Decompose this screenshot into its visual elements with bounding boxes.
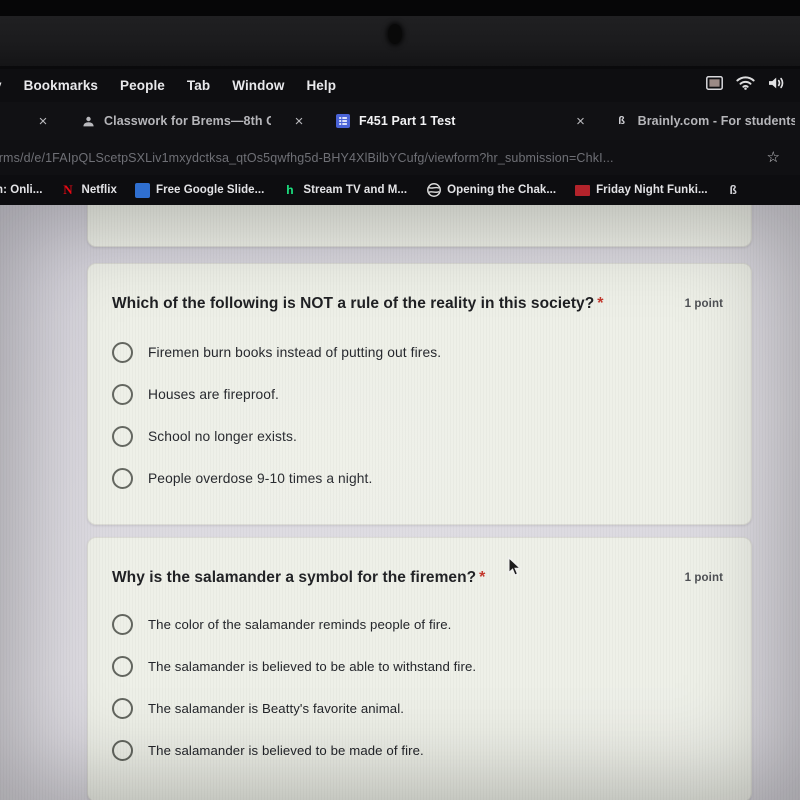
radio-button-icon[interactable] bbox=[112, 383, 133, 405]
question-2-title-wrap: Why is the salamander a symbol for the f… bbox=[112, 568, 485, 587]
option-row[interactable]: The color of the salamander reminds peop… bbox=[112, 603, 751, 645]
laptop-bezel bbox=[0, 16, 800, 68]
google-forms-viewport: Which of the following is NOT a rule of … bbox=[0, 205, 800, 800]
option-row[interactable]: Firemen burn books instead of putting ou… bbox=[112, 331, 751, 373]
bookmark-item-online[interactable]: n: Onli... bbox=[0, 184, 43, 196]
browser-tab-title-brainly: Brainly.com - For students. B bbox=[637, 114, 795, 128]
question-2-title: Why is the salamander a symbol for the f… bbox=[112, 569, 477, 586]
option-label: Houses are fireproof. bbox=[148, 386, 279, 402]
tab-close-icon-0[interactable]: × bbox=[33, 114, 53, 129]
tab-close-icon-2[interactable]: × bbox=[571, 114, 591, 129]
menu-item-people[interactable]: People bbox=[120, 78, 165, 93]
option-label: School no longer exists. bbox=[148, 428, 297, 444]
menu-bar-status-icons bbox=[706, 76, 786, 90]
bookmark-item-google-slides[interactable]: Free Google Slide... bbox=[135, 182, 265, 198]
option-label: The salamander is believed to be made of… bbox=[148, 742, 424, 758]
hulu-icon: h bbox=[286, 183, 294, 197]
question-1-points: 1 point bbox=[684, 298, 723, 310]
bookmark-label-chakra: Opening the Chak... bbox=[447, 184, 557, 196]
slides-icon bbox=[135, 182, 150, 198]
bookmark-label-hulu: Stream TV and M... bbox=[303, 184, 408, 196]
question-1-header: Which of the following is NOT a rule of … bbox=[88, 264, 751, 313]
question-2-header: Why is the salamander a symbol for the f… bbox=[88, 538, 751, 587]
radio-button-icon[interactable] bbox=[112, 739, 133, 761]
menu-bar-items: y Bookmarks People Tab Window Help bbox=[0, 78, 336, 93]
menu-item-clipped[interactable]: y bbox=[0, 78, 2, 93]
question-1-required-marker: * bbox=[597, 295, 604, 312]
question-1-title-wrap: Which of the following is NOT a rule of … bbox=[112, 294, 603, 313]
question-card-partial-above bbox=[87, 205, 752, 247]
address-bar-url[interactable]: forms/d/e/1FAIpQLScetpSXLiv1mxydctksa_qt… bbox=[0, 151, 767, 165]
bookmark-item-brainly[interactable]: ß bbox=[726, 183, 747, 198]
bookmark-label-fnf: Friday Night Funki... bbox=[596, 184, 708, 196]
radio-button-icon[interactable] bbox=[112, 341, 133, 363]
bookmark-item-netflix[interactable]: N Netflix bbox=[61, 182, 118, 198]
option-label: People overdose 9-10 times a night. bbox=[148, 470, 373, 486]
radio-button-icon[interactable] bbox=[112, 467, 133, 489]
bookmark-star-icon[interactable]: ☆ bbox=[767, 150, 780, 165]
bookmark-label-google-slides: Free Google Slide... bbox=[156, 184, 265, 196]
netflix-icon: N bbox=[63, 182, 73, 197]
radio-button-icon[interactable] bbox=[112, 613, 133, 635]
browser-tab-brainly[interactable]: ß Brainly.com - For students. B bbox=[615, 106, 795, 136]
radio-button-icon[interactable] bbox=[112, 425, 133, 447]
browser-tab-title-classwork: Classwork for Brems—8th G bbox=[104, 114, 271, 128]
browser-tab-f451[interactable]: F451 Part 1 Test bbox=[336, 106, 456, 136]
question-card-2: Why is the salamander a symbol for the f… bbox=[87, 537, 752, 800]
menu-item-help[interactable]: Help bbox=[306, 78, 336, 93]
browser-tab-classwork[interactable]: Classwork for Brems—8th G bbox=[81, 106, 271, 136]
option-label: The color of the salamander reminds peop… bbox=[148, 616, 452, 632]
google-forms-icon bbox=[336, 114, 350, 128]
bookmark-item-hulu[interactable]: h Stream TV and M... bbox=[282, 183, 407, 198]
fnf-icon bbox=[575, 184, 591, 196]
menu-item-window[interactable]: Window bbox=[232, 78, 284, 93]
question-2-required-marker: * bbox=[479, 569, 486, 586]
option-row[interactable]: The salamander is believed to be able to… bbox=[112, 645, 751, 687]
volume-icon[interactable] bbox=[768, 76, 786, 90]
option-row[interactable]: People overdose 9-10 times a night. bbox=[112, 457, 751, 499]
bookmark-label-netflix: Netflix bbox=[81, 184, 117, 196]
laptop-bezel-top bbox=[0, 0, 800, 16]
screen-mirroring-icon[interactable] bbox=[706, 76, 723, 90]
macos-menu-bar: y Bookmarks People Tab Window Help bbox=[0, 69, 800, 102]
option-row[interactable]: Houses are fireproof. bbox=[112, 373, 751, 415]
classroom-icon bbox=[81, 114, 95, 128]
browser-tab-strip: × Classwork for Brems—8th G × F451 Part … bbox=[0, 102, 800, 140]
brainly-icon-bookmark: ß bbox=[729, 183, 737, 197]
bookmarks-bar: n: Onli... N Netflix Free Google Slide..… bbox=[0, 175, 800, 205]
webcam-icon bbox=[388, 24, 402, 44]
bookmark-item-chakra[interactable]: Opening the Chak... bbox=[426, 183, 556, 198]
radio-button-icon[interactable] bbox=[112, 697, 133, 719]
wifi-icon[interactable] bbox=[736, 76, 755, 90]
question-card-1: Which of the following is NOT a rule of … bbox=[87, 263, 752, 525]
question-2-points: 1 point bbox=[684, 572, 723, 584]
question-1-options: Firemen burn books instead of putting ou… bbox=[88, 313, 751, 499]
menu-item-bookmarks[interactable]: Bookmarks bbox=[24, 78, 98, 93]
tab-close-icon-1[interactable]: × bbox=[289, 114, 309, 129]
option-label: The salamander is Beatty's favorite anim… bbox=[148, 700, 405, 716]
globe-icon bbox=[426, 183, 441, 198]
laptop-screen-photo: y Bookmarks People Tab Window Help bbox=[0, 0, 800, 800]
brainly-icon: ß bbox=[618, 115, 625, 127]
option-row[interactable]: School no longer exists. bbox=[112, 415, 751, 457]
bookmark-item-fnf[interactable]: Friday Night Funki... bbox=[575, 184, 708, 196]
option-label: Firemen burn books instead of putting ou… bbox=[148, 344, 442, 360]
browser-address-bar[interactable]: forms/d/e/1FAIpQLScetpSXLiv1mxydctksa_qt… bbox=[0, 140, 800, 175]
question-2-options: The color of the salamander reminds peop… bbox=[88, 587, 751, 771]
bookmark-label-online: n: Onli... bbox=[0, 184, 43, 196]
option-label: The salamander is believed to be able to… bbox=[148, 658, 477, 674]
option-row[interactable]: The salamander is Beatty's favorite anim… bbox=[112, 687, 751, 729]
option-row[interactable]: The salamander is believed to be made of… bbox=[112, 729, 751, 771]
menu-item-tab[interactable]: Tab bbox=[187, 78, 210, 93]
question-1-title: Which of the following is NOT a rule of … bbox=[112, 295, 595, 312]
browser-tab-title-f451: F451 Part 1 Test bbox=[359, 114, 456, 128]
radio-button-icon[interactable] bbox=[112, 655, 133, 677]
